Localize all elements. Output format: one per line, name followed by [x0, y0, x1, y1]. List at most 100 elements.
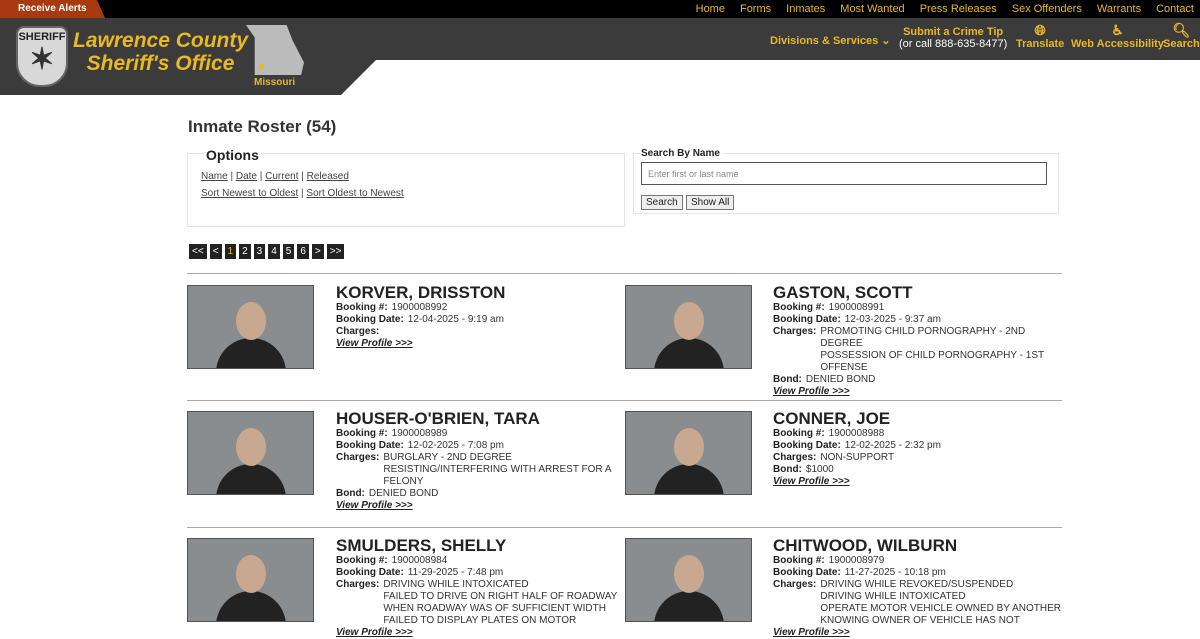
- inmate-photo[interactable]: [187, 285, 314, 369]
- inmate-card: CONNER, JOE Booking #: 1900008988 Booking D…: [773, 410, 1063, 488]
- page-next[interactable]: >: [311, 244, 324, 259]
- bond: Bond: DENIED BOND: [773, 374, 1063, 386]
- page-2[interactable]: 2: [239, 244, 251, 259]
- page-4[interactable]: 4: [268, 244, 280, 259]
- charges: Charges: NON-SUPPORT: [773, 452, 1063, 464]
- nav-forms[interactable]: Forms: [740, 0, 771, 18]
- charge-item: FAILED TO DISPLAY PLATES ON MOTOR: [383, 615, 577, 626]
- charge-item: DRIVING WHILE REVOKED/SUSPENDED: [820, 579, 1014, 590]
- silhouette-head: [674, 428, 704, 466]
- view-profile-link[interactable]: View Profile >>>: [336, 500, 626, 512]
- charges-label: Charges:: [773, 452, 817, 463]
- nav-inmates[interactable]: Inmates: [786, 0, 825, 18]
- show-all-button[interactable]: Show All: [686, 195, 735, 210]
- date-label: Booking Date:: [336, 440, 404, 451]
- booking-label: Booking #:: [336, 428, 388, 439]
- silhouette-body: [216, 338, 286, 368]
- page-last[interactable]: >>: [326, 244, 345, 259]
- charge-item: PROMOTING CHILD PORNOGRAPHY - 2ND DEGREE: [820, 326, 1026, 349]
- sort-links: Sort Newest to Oldest | Sort Oldest to N…: [201, 188, 404, 199]
- site-title[interactable]: Lawrence County Sheriff's Office: [73, 29, 248, 75]
- silhouette-body: [216, 464, 286, 494]
- charge-item: FAILED TO DRIVE ON RIGHT HALF OF ROADWAY…: [383, 591, 618, 614]
- view-profile-link[interactable]: View Profile >>>: [773, 386, 1063, 398]
- filter-released[interactable]: Released: [307, 171, 349, 182]
- accessibility-icon: ♿︎: [1111, 22, 1124, 38]
- page-5[interactable]: 5: [282, 244, 295, 259]
- accessibility-label: Web Accessibility: [1071, 38, 1164, 50]
- state-label: Missouri: [254, 77, 296, 88]
- options-heading: Options: [204, 147, 261, 163]
- sort-oldest[interactable]: Sort Oldest to Newest: [306, 188, 403, 199]
- inmate-name[interactable]: CONNER, JOE: [773, 410, 1063, 428]
- translate-button[interactable]: 🌐︎ Translate: [1016, 23, 1064, 51]
- sort-newest[interactable]: Sort Newest to Oldest: [201, 188, 298, 199]
- nav-sex-offenders[interactable]: Sex Offenders: [1012, 0, 1082, 18]
- charge-item: RESISTING/INTERFERING WITH ARREST FOR A …: [383, 464, 611, 487]
- title-line2: Sheriff's Office: [86, 52, 235, 75]
- divisions-label: Divisions & Services: [770, 35, 879, 47]
- row-divider: [187, 527, 1062, 528]
- view-profile-link[interactable]: View Profile >>>: [773, 476, 1063, 488]
- inmate-name[interactable]: GASTON, SCOTT: [773, 284, 1063, 302]
- filter-current[interactable]: Current: [265, 171, 298, 182]
- bond: Bond: $1000: [773, 464, 1063, 476]
- options-panel: Options Name | Date | Current | Released…: [187, 147, 625, 227]
- filter-name[interactable]: Name: [201, 171, 228, 182]
- inmate-name[interactable]: KORVER, DRISSTON: [336, 284, 626, 302]
- booking-value: 1900008989: [391, 428, 448, 439]
- silhouette-body: [654, 591, 724, 621]
- booking-value: 1900008988: [828, 428, 885, 439]
- charge-item: DRIVING WHILE INTOXICATED: [383, 579, 529, 590]
- inmate-photo[interactable]: [187, 411, 314, 495]
- silhouette-body: [654, 338, 724, 368]
- booking-number: Booking #: 1900008991: [773, 302, 1063, 314]
- inmate-name[interactable]: CHITWOOD, WILBURN: [773, 537, 1063, 555]
- view-profile-link[interactable]: View Profile >>>: [336, 627, 626, 639]
- nav-most-wanted[interactable]: Most Wanted: [840, 0, 904, 18]
- nav-home[interactable]: Home: [696, 0, 725, 18]
- booking-value: 1900008979: [828, 555, 885, 566]
- page-3[interactable]: 3: [253, 244, 266, 259]
- inmate-photo[interactable]: [625, 285, 752, 369]
- silhouette-head: [236, 302, 266, 340]
- title-line1: Lawrence County: [73, 29, 249, 52]
- inmate-photo[interactable]: [187, 538, 314, 622]
- name-search-input[interactable]: Enter first or last name: [641, 162, 1047, 185]
- nav-warrants[interactable]: Warrants: [1097, 0, 1141, 18]
- top-nav: Home Forms Inmates Most Wanted Press Rel…: [696, 0, 1194, 18]
- receive-alerts-link[interactable]: Receive Alerts: [0, 0, 105, 18]
- filter-links: Name | Date | Current | Released: [201, 171, 349, 182]
- web-accessibility-button[interactable]: ♿︎ Web Accessibility: [1071, 22, 1164, 51]
- inmate-photo[interactable]: [625, 411, 752, 495]
- page-1[interactable]: 1: [224, 244, 237, 259]
- inmate-name[interactable]: HOUSER-O'BRIEN, TARA: [336, 410, 626, 428]
- nav-press-releases[interactable]: Press Releases: [920, 0, 997, 18]
- date-value: 12-04-2025 - 9:19 am: [407, 314, 504, 325]
- sheriff-badge-logo[interactable]: SHERIFF ✶: [16, 26, 68, 87]
- booking-label: Booking #:: [773, 555, 825, 566]
- divisions-services-menu[interactable]: Divisions & Services ⌄: [770, 34, 891, 47]
- search-submit-button[interactable]: Search: [641, 195, 683, 210]
- booking-date: Booking Date: 11-29-2025 - 7:48 pm: [336, 567, 626, 579]
- nav-contact[interactable]: Contact: [1156, 0, 1194, 18]
- date-label: Booking Date:: [773, 567, 841, 578]
- booking-date: Booking Date: 12-04-2025 - 9:19 am: [336, 314, 626, 326]
- charge-item: OPERATE MOTOR VEHICLE OWNED BY ANOTHER K…: [820, 603, 1061, 626]
- view-profile-link[interactable]: View Profile >>>: [336, 338, 626, 350]
- inmate-card: KORVER, DRISSTON Booking #: 1900008992 Book…: [336, 284, 626, 350]
- date-value: 11-27-2025 - 10:18 pm: [844, 567, 946, 578]
- silhouette-body: [654, 464, 724, 494]
- page-6[interactable]: 6: [297, 244, 309, 259]
- page-prev[interactable]: <: [209, 244, 222, 259]
- badge-text: SHERIFF: [18, 31, 66, 43]
- charges: Charges: BURGLARY - 2ND DEGREE RESISTING/I…: [336, 452, 626, 488]
- crime-tip-link[interactable]: Submit a Crime Tip (or call 888-635-8477): [899, 26, 1007, 50]
- search-button[interactable]: 🔍︎ Search: [1163, 23, 1200, 51]
- page-first[interactable]: <<: [189, 244, 207, 259]
- inmate-photo[interactable]: [625, 538, 752, 622]
- silhouette-head: [674, 302, 704, 340]
- filter-date[interactable]: Date: [236, 171, 257, 182]
- inmate-name[interactable]: SMULDERS, SHELLY: [336, 537, 626, 555]
- view-profile-link[interactable]: View Profile >>>: [773, 627, 1063, 639]
